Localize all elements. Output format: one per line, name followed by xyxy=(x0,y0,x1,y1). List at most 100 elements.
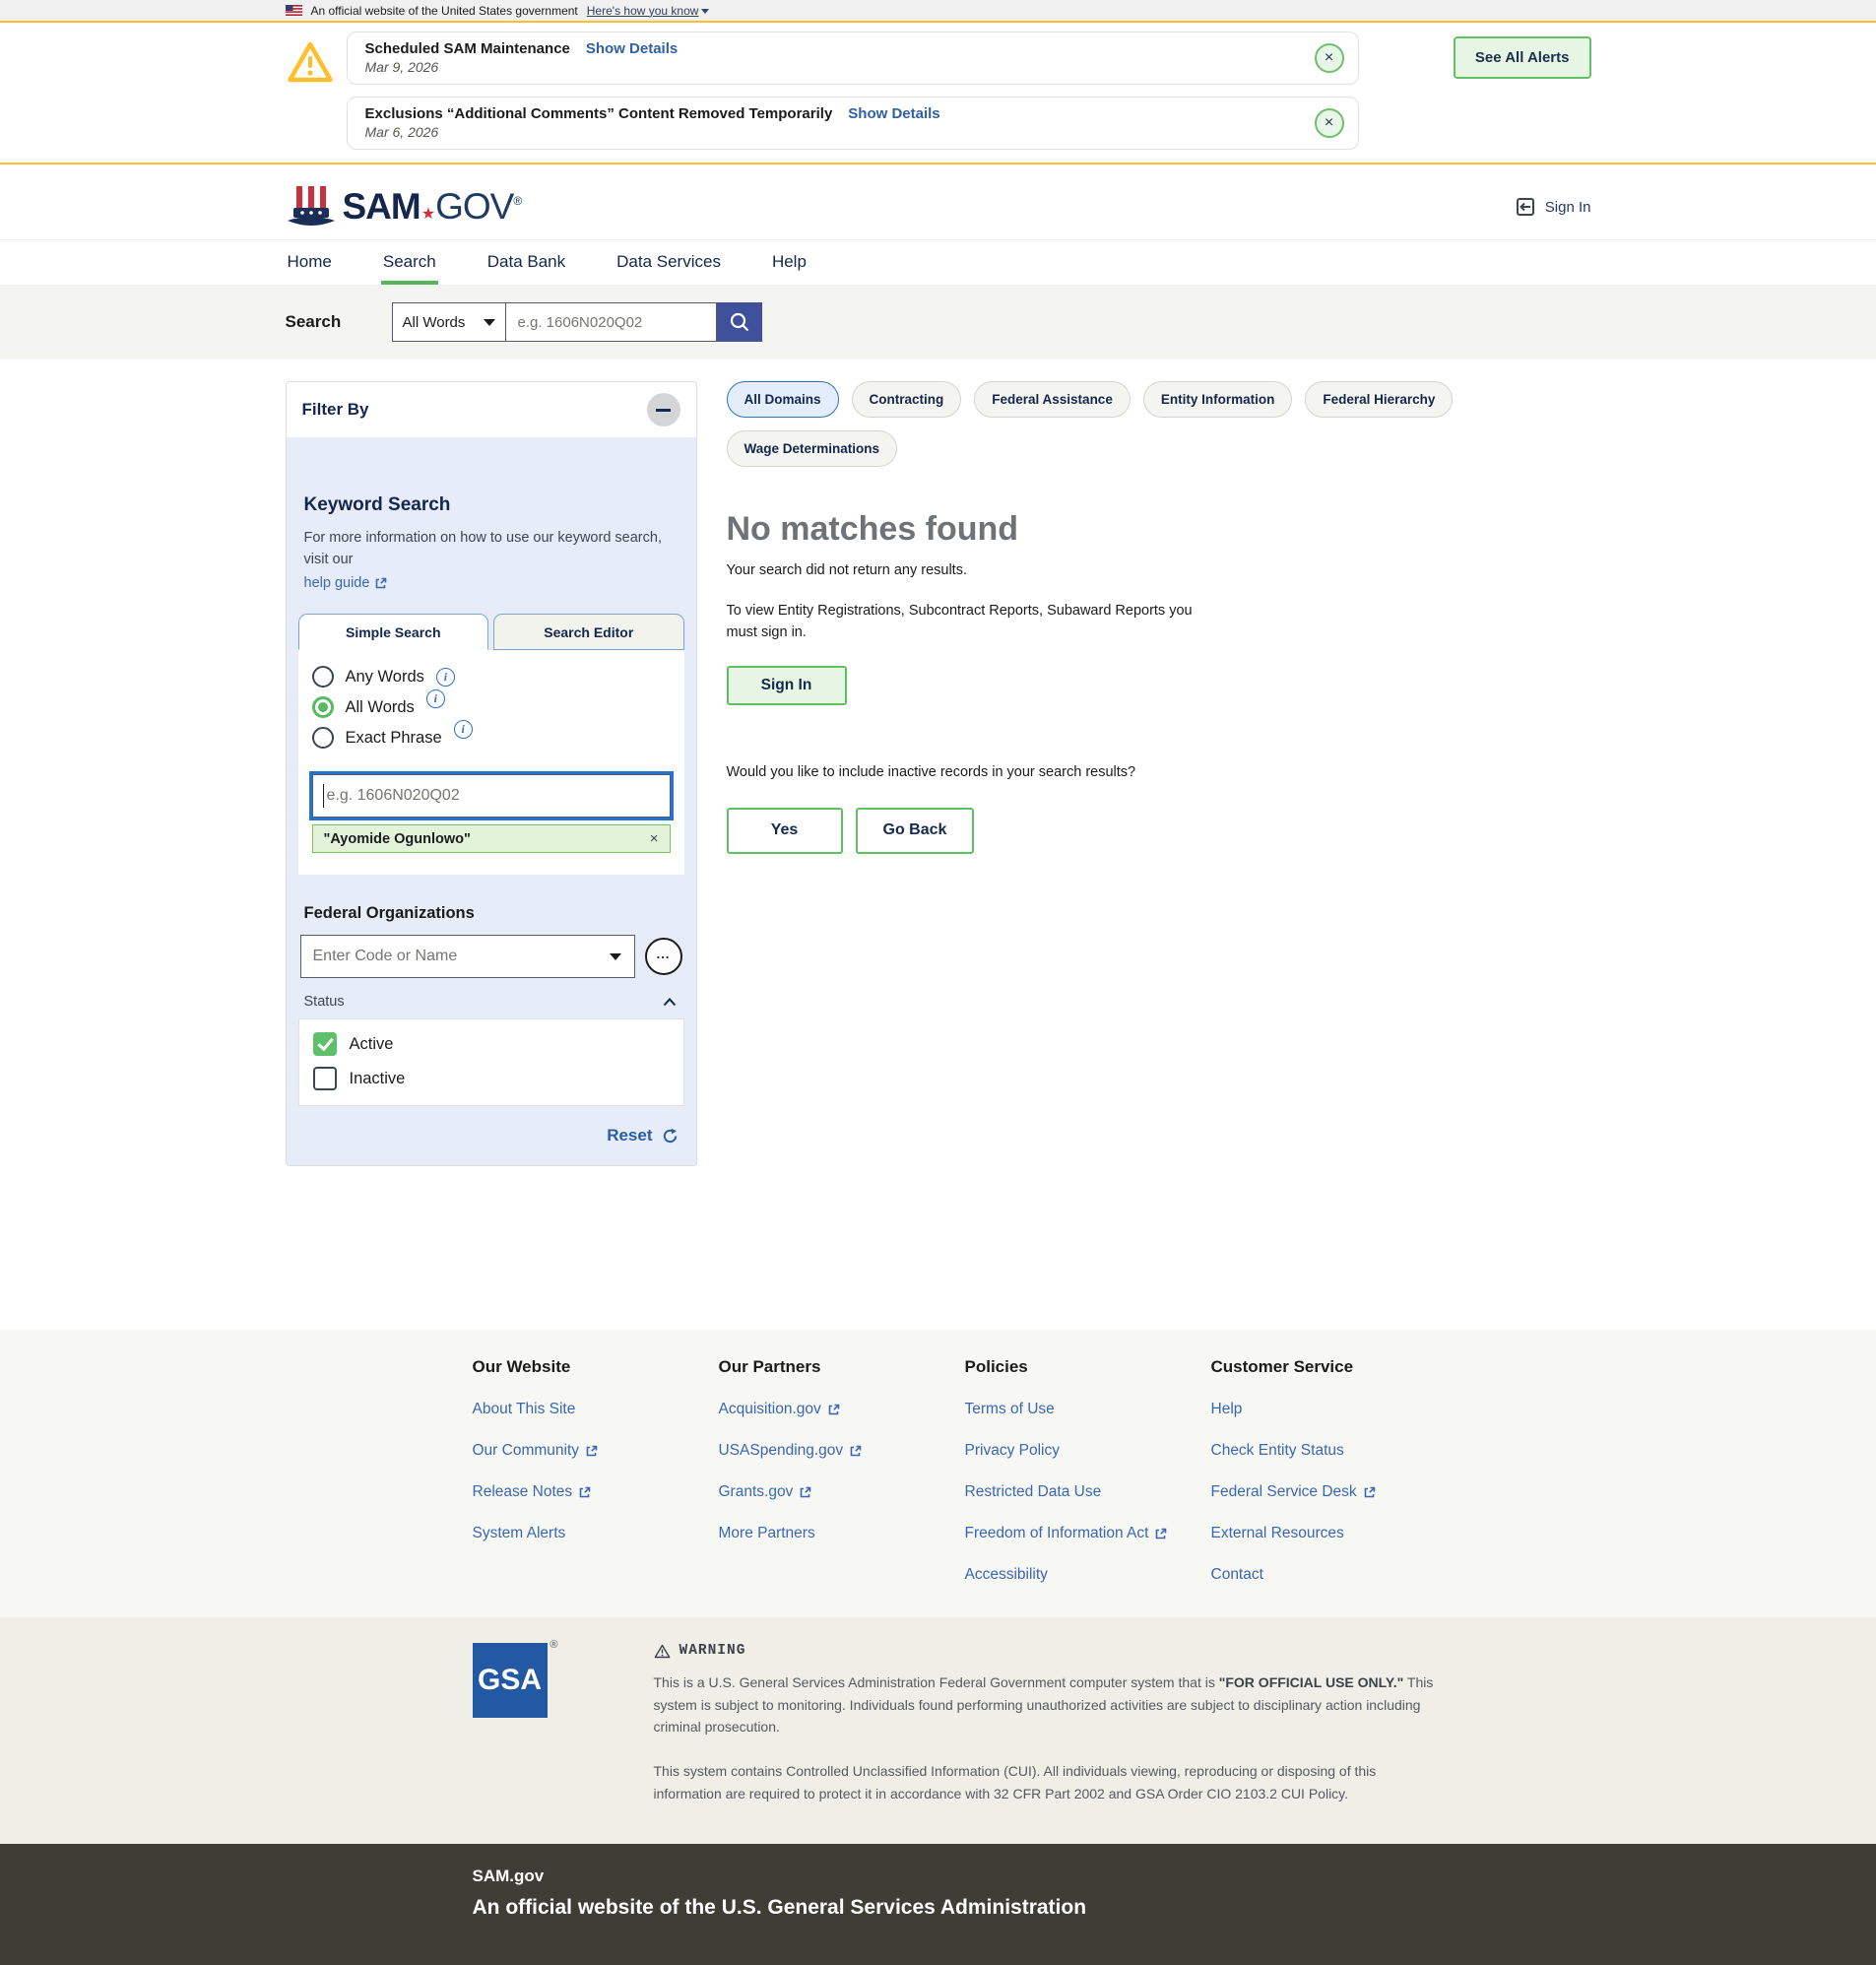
radio-exact-phrase[interactable] xyxy=(312,727,334,749)
keyword-chip: "Ayomide Ogunlowo" × xyxy=(312,824,671,853)
keyword-chip-text: "Ayomide Ogunlowo" xyxy=(324,831,471,847)
alert-show-details-link[interactable]: Show Details xyxy=(848,105,939,122)
nav-item-home[interactable]: Home xyxy=(286,240,334,285)
search-mode-select[interactable]: All Words xyxy=(392,302,506,342)
external-link-icon xyxy=(799,1486,811,1499)
footer-link-check-entity-status[interactable]: Check Entity Status xyxy=(1211,1442,1457,1460)
nav-item-data-services[interactable]: Data Services xyxy=(615,240,723,285)
close-icon: × xyxy=(1325,115,1333,131)
footer-link-more-partners[interactable]: More Partners xyxy=(719,1525,965,1542)
chip-remove-icon[interactable]: × xyxy=(650,831,659,846)
footer-column-customer-service: Customer Service Help Check Entity Statu… xyxy=(1211,1357,1457,1584)
alert-title: Scheduled SAM Maintenance xyxy=(365,40,570,57)
tab-simple-search[interactable]: Simple Search xyxy=(298,614,489,650)
domain-pill-all-domains[interactable]: All Domains xyxy=(727,381,839,418)
footer-link-terms-of-use[interactable]: Terms of Use xyxy=(965,1401,1211,1418)
sam-gov-logo[interactable]: SAM★GOV® xyxy=(286,184,522,229)
external-link-icon xyxy=(827,1404,840,1416)
alert-card: Exclusions “Additional Comments” Content… xyxy=(347,97,1359,150)
alert-title: Exclusions “Additional Comments” Content… xyxy=(365,105,833,122)
alert-date: Mar 9, 2026 xyxy=(365,59,1299,75)
tab-search-editor[interactable]: Search Editor xyxy=(493,614,684,650)
external-link-icon xyxy=(1154,1528,1167,1540)
info-icon[interactable]: i xyxy=(454,720,473,739)
see-all-alerts-button[interactable]: See All Alerts xyxy=(1454,36,1591,79)
footer-link-contact[interactable]: Contact xyxy=(1211,1566,1457,1584)
reset-refresh-icon xyxy=(662,1128,679,1145)
us-flag-icon xyxy=(286,5,302,16)
footer-column-our-partners: Our Partners Acquisition.gov USASpending… xyxy=(719,1357,965,1584)
uncle-sam-hat-icon xyxy=(286,184,337,229)
caret-down-icon xyxy=(484,319,495,326)
domain-pill-wage-determinations[interactable]: Wage Determinations xyxy=(727,430,898,467)
no-matches-subtitle: Your search did not return any results. xyxy=(727,562,1591,578)
footer-link-accessibility[interactable]: Accessibility xyxy=(965,1566,1211,1584)
filter-collapse-button[interactable] xyxy=(647,393,680,426)
chevron-up-icon xyxy=(663,998,677,1007)
info-icon[interactable]: i xyxy=(426,689,445,708)
sign-in-link[interactable]: Sign In xyxy=(1515,196,1591,218)
domain-pill-entity-information[interactable]: Entity Information xyxy=(1143,381,1293,418)
radio-all-words-label: All Words xyxy=(346,698,415,717)
go-back-button[interactable]: Go Back xyxy=(856,808,975,854)
nav-item-help[interactable]: Help xyxy=(770,240,809,285)
search-input[interactable] xyxy=(506,302,717,342)
reset-filters[interactable]: Reset xyxy=(298,1126,684,1146)
footer-link-system-alerts[interactable]: System Alerts xyxy=(473,1525,719,1542)
gov-banner-expand-link[interactable]: Here's how you know xyxy=(587,4,710,18)
warning-outline-icon xyxy=(654,1644,671,1659)
filter-panel: Filter By Keyword Search For more inform… xyxy=(286,381,697,1166)
footer-link-usaspending-gov[interactable]: USASpending.gov xyxy=(719,1442,965,1460)
caret-down-icon[interactable] xyxy=(610,953,621,960)
external-link-icon xyxy=(1363,1486,1376,1499)
footer-link-federal-service-desk[interactable]: Federal Service Desk xyxy=(1211,1483,1457,1501)
keyword-search-input[interactable] xyxy=(312,774,671,818)
status-section-toggle[interactable]: Status xyxy=(298,994,684,1010)
no-matches-title: No matches found xyxy=(727,510,1591,549)
domain-pill-federal-assistance[interactable]: Federal Assistance xyxy=(974,381,1131,418)
more-options-button[interactable]: ... xyxy=(645,938,682,975)
logo-gov-text: GOV xyxy=(435,186,513,228)
keyword-help-text: For more information on how to use our k… xyxy=(304,530,662,567)
footer-link-acquisition-gov[interactable]: Acquisition.gov xyxy=(719,1401,965,1418)
warning-heading: WARNING xyxy=(679,1643,746,1659)
footer-link-foia[interactable]: Freedom of Information Act xyxy=(965,1525,1211,1542)
search-submit-button[interactable] xyxy=(717,302,762,342)
alert-show-details-link[interactable]: Show Details xyxy=(586,40,678,57)
logo-star-icon: ★ xyxy=(421,204,434,224)
gov-banner: An official website of the United States… xyxy=(0,0,1876,23)
footer-link-restricted-data-use[interactable]: Restricted Data Use xyxy=(965,1483,1211,1501)
footer-link-release-notes[interactable]: Release Notes xyxy=(473,1483,719,1501)
info-icon[interactable]: i xyxy=(436,668,455,687)
footer-link-privacy-policy[interactable]: Privacy Policy xyxy=(965,1442,1211,1460)
domain-pill-contracting[interactable]: Contracting xyxy=(852,381,962,418)
yes-button[interactable]: Yes xyxy=(727,808,843,854)
logo-registered-mark: ® xyxy=(513,194,521,208)
nav-item-data-bank[interactable]: Data Bank xyxy=(485,240,567,285)
federal-orgs-input[interactable] xyxy=(300,935,635,978)
reset-link[interactable]: Reset xyxy=(607,1126,652,1146)
footer-link-about-this-site[interactable]: About This Site xyxy=(473,1401,719,1418)
footer-link-our-community[interactable]: Our Community xyxy=(473,1442,719,1460)
checkbox-active[interactable] xyxy=(313,1032,337,1056)
radio-all-words[interactable] xyxy=(312,696,334,718)
help-guide-link[interactable]: help guide xyxy=(304,573,388,595)
footer-link-external-resources[interactable]: External Resources xyxy=(1211,1525,1457,1542)
gov-banner-text: An official website of the United States… xyxy=(311,4,578,18)
checkbox-inactive[interactable] xyxy=(313,1067,337,1090)
login-icon xyxy=(1515,196,1536,218)
search-label: Search xyxy=(286,312,392,332)
nav-item-search[interactable]: Search xyxy=(381,240,438,285)
sign-in-button[interactable]: Sign In xyxy=(727,666,847,705)
footer-official-tagline: An official website of the U.S. General … xyxy=(473,1896,1591,1920)
search-mode-value: All Words xyxy=(403,314,466,331)
alert-close-button[interactable]: × xyxy=(1315,43,1344,73)
checkbox-inactive-label: Inactive xyxy=(350,1070,406,1088)
federal-orgs-heading: Federal Organizations xyxy=(298,904,684,923)
alert-close-button[interactable]: × xyxy=(1315,108,1344,138)
footer-link-help[interactable]: Help xyxy=(1211,1401,1457,1418)
main-content: Filter By Keyword Search For more inform… xyxy=(0,360,1876,1330)
domain-pill-federal-hierarchy[interactable]: Federal Hierarchy xyxy=(1305,381,1453,418)
footer-link-grants-gov[interactable]: Grants.gov xyxy=(719,1483,965,1501)
radio-any-words[interactable] xyxy=(312,666,334,688)
